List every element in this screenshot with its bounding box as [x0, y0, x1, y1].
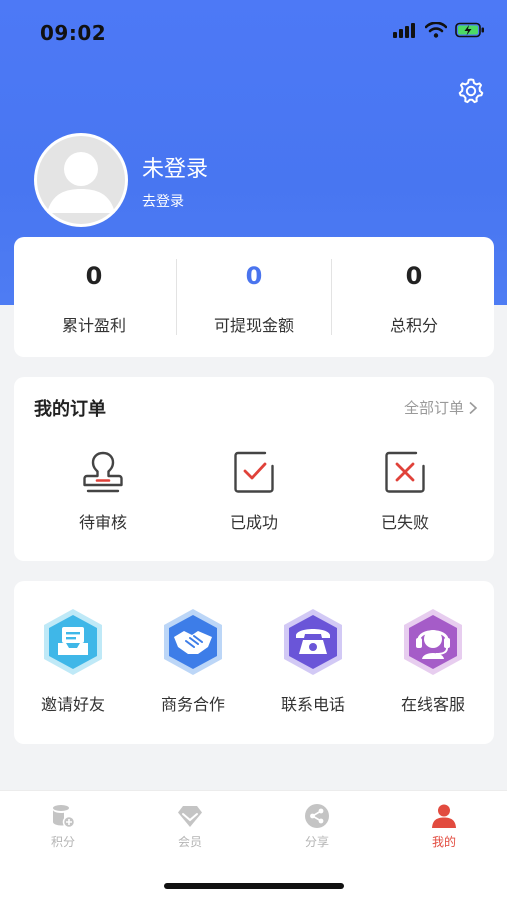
tab-label: 积分	[50, 835, 75, 849]
stats-card: 0 累计盈利 0 可提现金额 0 总积分	[14, 237, 494, 357]
service-label: 在线客服	[400, 695, 465, 714]
services-card: 邀请好友 商务合作 联系电话 在线客服	[14, 581, 494, 744]
inbox-icon	[44, 609, 102, 675]
status-icons	[393, 22, 485, 38]
tab-label: 会员	[177, 835, 202, 849]
stat-value: 0	[245, 262, 263, 290]
all-orders-label: 全部订单	[403, 399, 464, 417]
login-link[interactable]: 去登录	[142, 191, 184, 211]
service-label: 联系电话	[280, 695, 345, 714]
tab-mine[interactable]: 我的	[404, 803, 484, 850]
battery-charging-icon	[455, 22, 484, 38]
stat-total-profit[interactable]: 0 累计盈利	[14, 237, 174, 357]
service-online-support[interactable]: 在线客服	[378, 607, 488, 715]
telephone-icon	[284, 609, 342, 675]
service-business-cooperation[interactable]: 商务合作	[138, 607, 248, 715]
user-icon	[432, 804, 456, 828]
tab-label: 分享	[304, 835, 329, 849]
diamond-icon	[178, 806, 202, 827]
database-icon	[53, 805, 76, 829]
check-box-icon	[234, 451, 274, 493]
handshake-icon	[164, 609, 222, 675]
service-label: 邀请好友	[40, 695, 105, 714]
username: 未登录	[142, 157, 209, 182]
tab-membership[interactable]: 会员	[150, 803, 230, 850]
orders-title: 我的订单	[34, 399, 106, 420]
avatar[interactable]	[34, 133, 128, 227]
service-contact-phone[interactable]: 联系电话	[258, 607, 368, 715]
cellular-signal-icon	[393, 23, 415, 38]
headset-agent-icon	[404, 609, 462, 675]
home-indicator[interactable]	[164, 883, 344, 889]
my-orders-card: 我的订单 全部订单 待审核 已成功 已失败	[14, 377, 494, 561]
stat-withdrawable[interactable]: 0 可提现金额	[174, 237, 334, 357]
service-label: 商务合作	[160, 695, 225, 714]
stat-value: 0	[405, 262, 423, 290]
x-box-icon	[385, 451, 425, 493]
stat-divider	[331, 259, 332, 335]
default-avatar-icon	[37, 136, 125, 224]
status-time: 09:02	[40, 21, 107, 45]
wifi-icon	[425, 22, 447, 38]
stat-value: 0	[85, 262, 103, 290]
service-invite-friends[interactable]: 邀请好友	[18, 607, 128, 715]
stat-total-points[interactable]: 0 总积分	[334, 237, 494, 357]
order-label: 待审核	[78, 513, 127, 532]
order-failed[interactable]: 已失败	[350, 449, 460, 533]
chevron-right-icon	[469, 401, 478, 414]
all-orders-link[interactable]: 全部订单	[404, 397, 478, 418]
share-icon	[305, 804, 329, 828]
tab-points[interactable]: 积分	[23, 803, 103, 850]
order-label: 已失败	[380, 513, 429, 532]
stat-label: 累计盈利	[61, 316, 126, 335]
tab-label: 我的	[431, 835, 456, 849]
stat-label: 总积分	[389, 316, 438, 335]
order-succeeded[interactable]: 已成功	[199, 449, 309, 533]
status-bar: 09:02	[0, 0, 507, 62]
stat-label: 可提现金额	[213, 316, 294, 335]
tab-share[interactable]: 分享	[277, 803, 357, 850]
order-label: 已成功	[229, 513, 278, 532]
settings-gear-icon[interactable]	[456, 76, 486, 106]
stamp-icon	[83, 451, 123, 493]
order-pending-review[interactable]: 待审核	[48, 449, 158, 533]
